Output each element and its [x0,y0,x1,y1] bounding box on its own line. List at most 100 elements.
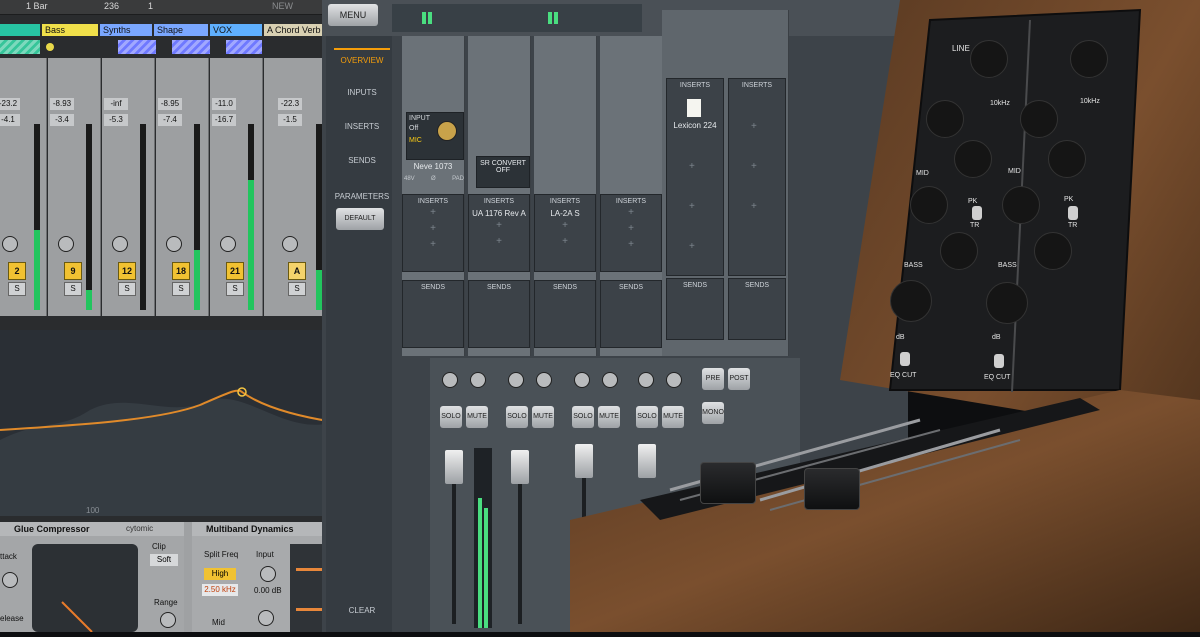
return-track-button[interactable]: A [288,262,306,280]
track-header-chord-verb[interactable]: A Chord Verb [264,24,326,36]
track-header[interactable] [0,24,40,36]
eq-knob[interactable] [954,140,992,178]
input-gain-knob[interactable] [437,121,457,141]
track-header-synths[interactable]: Synths [100,24,152,36]
volume-display-2[interactable]: -1.5 [278,114,302,126]
menu-button[interactable]: MENU [328,4,378,26]
nav-sends[interactable]: SENDS [334,150,390,172]
pan-knob[interactable] [166,236,182,252]
track-number-button[interactable]: 21 [226,262,244,280]
eq-knob[interactable] [1002,186,1040,224]
track-number-button[interactable]: 9 [64,262,82,280]
phase-button[interactable]: Ø [431,176,436,182]
track-number-button[interactable]: 2 [8,262,26,280]
volume-display-2[interactable]: -5.3 [104,114,128,126]
pan-knob[interactable] [282,236,298,252]
track-header-bass[interactable]: Bass [42,24,98,36]
volume-display[interactable]: -23.2 [0,98,20,110]
sr-convert-panel[interactable]: SR CONVERT OFF [476,156,530,188]
volume-display[interactable]: -8.95 [158,98,182,110]
solo-button[interactable]: S [118,282,136,296]
clip-slot[interactable] [226,40,262,54]
solo-button[interactable]: S [288,282,306,296]
attack-knob[interactable] [2,572,18,588]
add-insert-icon[interactable]: + [403,205,463,221]
mute-button[interactable]: MUTE [532,406,554,428]
bar-length[interactable]: 1 Bar [26,1,48,11]
eq-knob[interactable] [910,186,948,224]
clip-slot[interactable] [0,40,40,54]
pan-knob[interactable] [508,372,524,388]
nav-inputs[interactable]: INPUTS [334,82,390,104]
pan-knob[interactable] [470,372,486,388]
sends-panel[interactable]: SENDS [402,280,464,348]
add-insert-icon[interactable]: + [469,234,529,250]
track-number-button[interactable]: 18 [172,262,190,280]
tempo-display[interactable]: 236 [104,1,119,11]
clear-button[interactable]: CLEAR [334,600,390,622]
pan-knob[interactable] [2,236,18,252]
volume-display[interactable]: -inf [104,98,128,110]
eq-knob[interactable] [1020,100,1058,138]
eq-knob[interactable] [1034,232,1072,270]
bass-knob[interactable] [890,280,932,322]
volume-display[interactable]: -22.3 [278,98,302,110]
solo-button[interactable]: SOLO [440,406,462,428]
preamp-name[interactable]: Neve 1073 [402,162,464,171]
pan-knob[interactable] [536,372,552,388]
clip-slot[interactable] [118,40,156,54]
pan-knob[interactable] [58,236,74,252]
mid-knob[interactable] [258,610,274,626]
pan-knob[interactable] [112,236,128,252]
eq-knob[interactable] [1048,140,1086,178]
hardware-fader[interactable] [700,462,756,504]
default-button[interactable]: DEFAULT [336,208,384,230]
clip-slot[interactable] [172,40,210,54]
new-button[interactable]: NEW [272,1,293,11]
eq-cut-toggle[interactable] [900,352,910,366]
sr-convert-value[interactable]: OFF [477,167,529,174]
track-header-vox[interactable]: VOX [210,24,262,36]
volume-display-2[interactable]: -16.7 [212,114,236,126]
device-title[interactable]: Glue Compressor [0,522,184,536]
mute-button[interactable]: MUTE [466,406,488,428]
pad-button[interactable]: PAD [452,176,464,182]
solo-button[interactable]: SOLO [506,406,528,428]
solo-button[interactable]: S [64,282,82,296]
track-header-shape[interactable]: Shape [154,24,208,36]
add-insert-icon[interactable]: + [403,221,463,237]
pk-tr-toggle[interactable] [1068,206,1078,220]
pan-knob[interactable] [442,372,458,388]
scale-display[interactable]: 1 [148,1,153,11]
high-band-button[interactable]: High [204,568,236,580]
eq-knob[interactable] [940,232,978,270]
channel-fader[interactable] [511,450,529,484]
range-knob[interactable] [160,612,176,628]
volume-display-2[interactable]: -3.4 [50,114,74,126]
bass-knob[interactable] [986,282,1028,324]
input-knob[interactable] [260,566,276,582]
nav-inserts[interactable]: INSERTS [334,116,390,138]
volume-display-2[interactable]: -4.1 [0,114,20,126]
inserts-panel[interactable]: INSERTS + + + [402,194,464,272]
eq-knob[interactable] [1070,40,1108,78]
nav-overview[interactable]: OVERVIEW [334,48,390,72]
phantom-power-button[interactable]: 48V [404,176,415,182]
eq-cut-toggle[interactable] [994,354,1004,368]
insert-plugin-name[interactable]: UA 1176 Rev A [469,205,529,218]
volume-display-2[interactable]: -7.4 [158,114,182,126]
solo-button[interactable]: S [8,282,26,296]
eq-knob[interactable] [926,100,964,138]
input-db-value[interactable]: 0.00 dB [254,586,282,595]
input-off-label[interactable]: Off [409,125,418,132]
solo-button[interactable]: S [226,282,244,296]
pan-knob[interactable] [220,236,236,252]
mic-label[interactable]: MIC [409,137,422,144]
track-number-button[interactable]: 12 [118,262,136,280]
split-freq-value[interactable]: 2.50 kHz [202,584,238,596]
eq-knob[interactable] [970,40,1008,78]
inserts-panel[interactable]: INSERTS UA 1176 Rev A + + [468,194,530,272]
channel-fader[interactable] [445,450,463,484]
solo-button[interactable]: S [172,282,190,296]
sends-panel[interactable]: SENDS [468,280,530,348]
